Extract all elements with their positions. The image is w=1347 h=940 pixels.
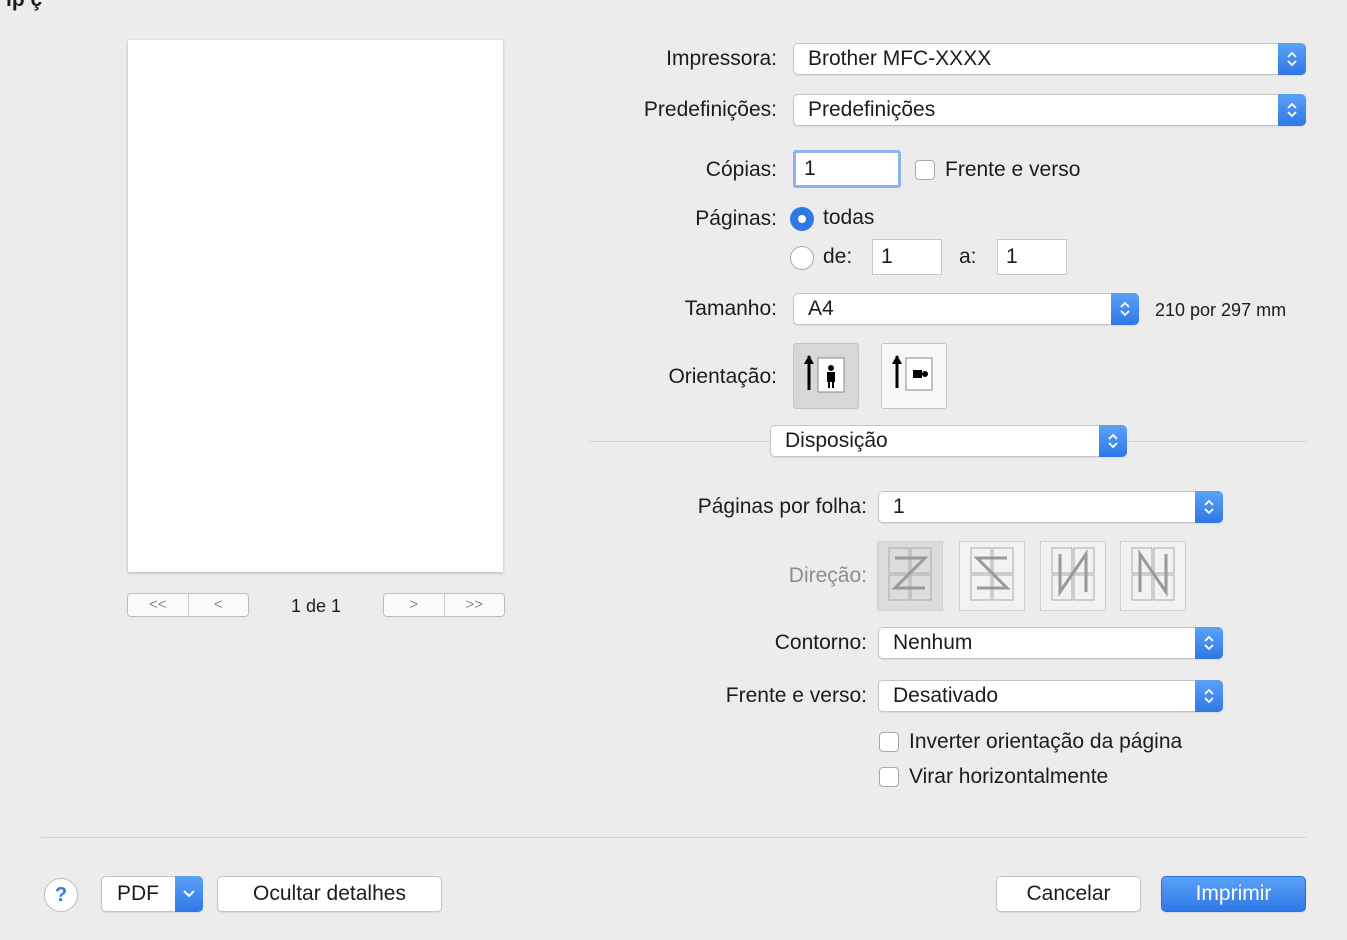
- duplex-checkbox[interactable]: [915, 160, 935, 180]
- presets-popup[interactable]: Predefinições: [793, 94, 1306, 126]
- chevron-updown-icon: [1278, 94, 1306, 126]
- chevron-updown-icon: [1278, 43, 1306, 75]
- portrait-button[interactable]: [793, 343, 859, 409]
- orientation-label: Orientação:: [668, 365, 777, 388]
- paper-size-popup[interactable]: A4: [793, 293, 1139, 325]
- two-sided-popup[interactable]: Desativado: [878, 680, 1223, 712]
- chevron-updown-icon: [1195, 680, 1223, 712]
- last-page-button[interactable]: >>: [443, 594, 505, 616]
- size-label: Tamanho:: [684, 297, 777, 320]
- pages-all-radio[interactable]: [790, 207, 814, 231]
- two-sided-value: Desativado: [893, 684, 999, 707]
- copies-label: Cópias:: [705, 158, 777, 181]
- border-label: Contorno:: [774, 631, 867, 654]
- landscape-icon: [889, 352, 939, 401]
- paper-size-value: A4: [808, 297, 834, 320]
- chevron-down-icon: [175, 876, 203, 912]
- flip-horizontal-checkbox[interactable]: [879, 767, 899, 787]
- first-page-button[interactable]: <<: [128, 594, 188, 616]
- flip-horizontal-label: Virar horizontalmente: [909, 765, 1109, 788]
- pages-label: Páginas:: [695, 207, 777, 230]
- next-page-button[interactable]: >: [384, 594, 444, 616]
- copies-field[interactable]: 1: [793, 150, 901, 188]
- pages-range-radio[interactable]: [790, 246, 814, 270]
- paper-dimensions: 210 por 297 mm: [1155, 300, 1287, 320]
- pdf-label: PDF: [117, 882, 159, 905]
- duplex-label: Frente e verso: [945, 158, 1081, 181]
- z-direction-icon: [887, 546, 933, 607]
- portrait-icon: [801, 352, 851, 401]
- pdf-menu-button[interactable]: PDF: [101, 876, 203, 912]
- section-popup[interactable]: Disposição: [770, 425, 1127, 457]
- chevron-updown-icon: [1195, 491, 1223, 523]
- pages-from-label: de:: [823, 245, 853, 268]
- footer-divider: [41, 837, 1306, 838]
- border-value: Nenhum: [893, 631, 973, 654]
- direction-n-button: [1040, 541, 1106, 611]
- reverse-n-direction-icon: [1130, 546, 1176, 607]
- previous-page-button[interactable]: <: [187, 594, 249, 616]
- pages-per-sheet-popup[interactable]: 1: [878, 491, 1223, 523]
- pages-to-field[interactable]: 1: [997, 239, 1067, 275]
- preview-nav-forward[interactable]: > >>: [383, 593, 505, 617]
- direction-reverse-n-button: [1120, 541, 1186, 611]
- cancel-button[interactable]: Cancelar: [996, 876, 1141, 912]
- landscape-button[interactable]: [881, 343, 947, 409]
- pages-all-label: todas: [823, 206, 875, 229]
- printer-label: Impressora:: [666, 47, 777, 70]
- presets-label: Predefinições:: [643, 98, 777, 121]
- printer-popup[interactable]: Brother MFC-XXXX: [793, 43, 1306, 75]
- help-button[interactable]: ?: [44, 878, 78, 912]
- page-preview: [128, 40, 503, 572]
- hide-details-button[interactable]: Ocultar detalhes: [217, 876, 442, 912]
- reverse-z-direction-icon: [969, 546, 1015, 607]
- print-button[interactable]: Imprimir: [1161, 876, 1306, 912]
- chevron-updown-icon: [1195, 627, 1223, 659]
- reverse-orientation-checkbox[interactable]: [879, 732, 899, 752]
- section-value: Disposição: [785, 429, 888, 452]
- presets-value: Predefinições: [808, 98, 936, 121]
- direction-label: Direção:: [788, 564, 867, 587]
- reverse-orientation-label: Inverter orientação da página: [909, 730, 1183, 753]
- pages-to-label: a:: [959, 245, 977, 268]
- direction-z-button: [877, 541, 943, 611]
- page-counter: 1 de 1: [290, 596, 342, 616]
- pages-per-sheet-value: 1: [893, 495, 905, 518]
- pages-from-field[interactable]: 1: [872, 239, 942, 275]
- border-popup[interactable]: Nenhum: [878, 627, 1223, 659]
- n-direction-icon: [1050, 546, 1096, 607]
- preview-nav-back[interactable]: << <: [127, 593, 249, 617]
- direction-reverse-z-button: [959, 541, 1025, 611]
- pages-per-sheet-label: Páginas por folha:: [697, 495, 867, 518]
- window-title-fragment: ip ç: [6, 0, 42, 12]
- two-sided-label: Frente e verso:: [725, 684, 867, 707]
- chevron-updown-icon: [1099, 425, 1127, 457]
- chevron-updown-icon: [1111, 293, 1139, 325]
- printer-value: Brother MFC-XXXX: [808, 47, 992, 70]
